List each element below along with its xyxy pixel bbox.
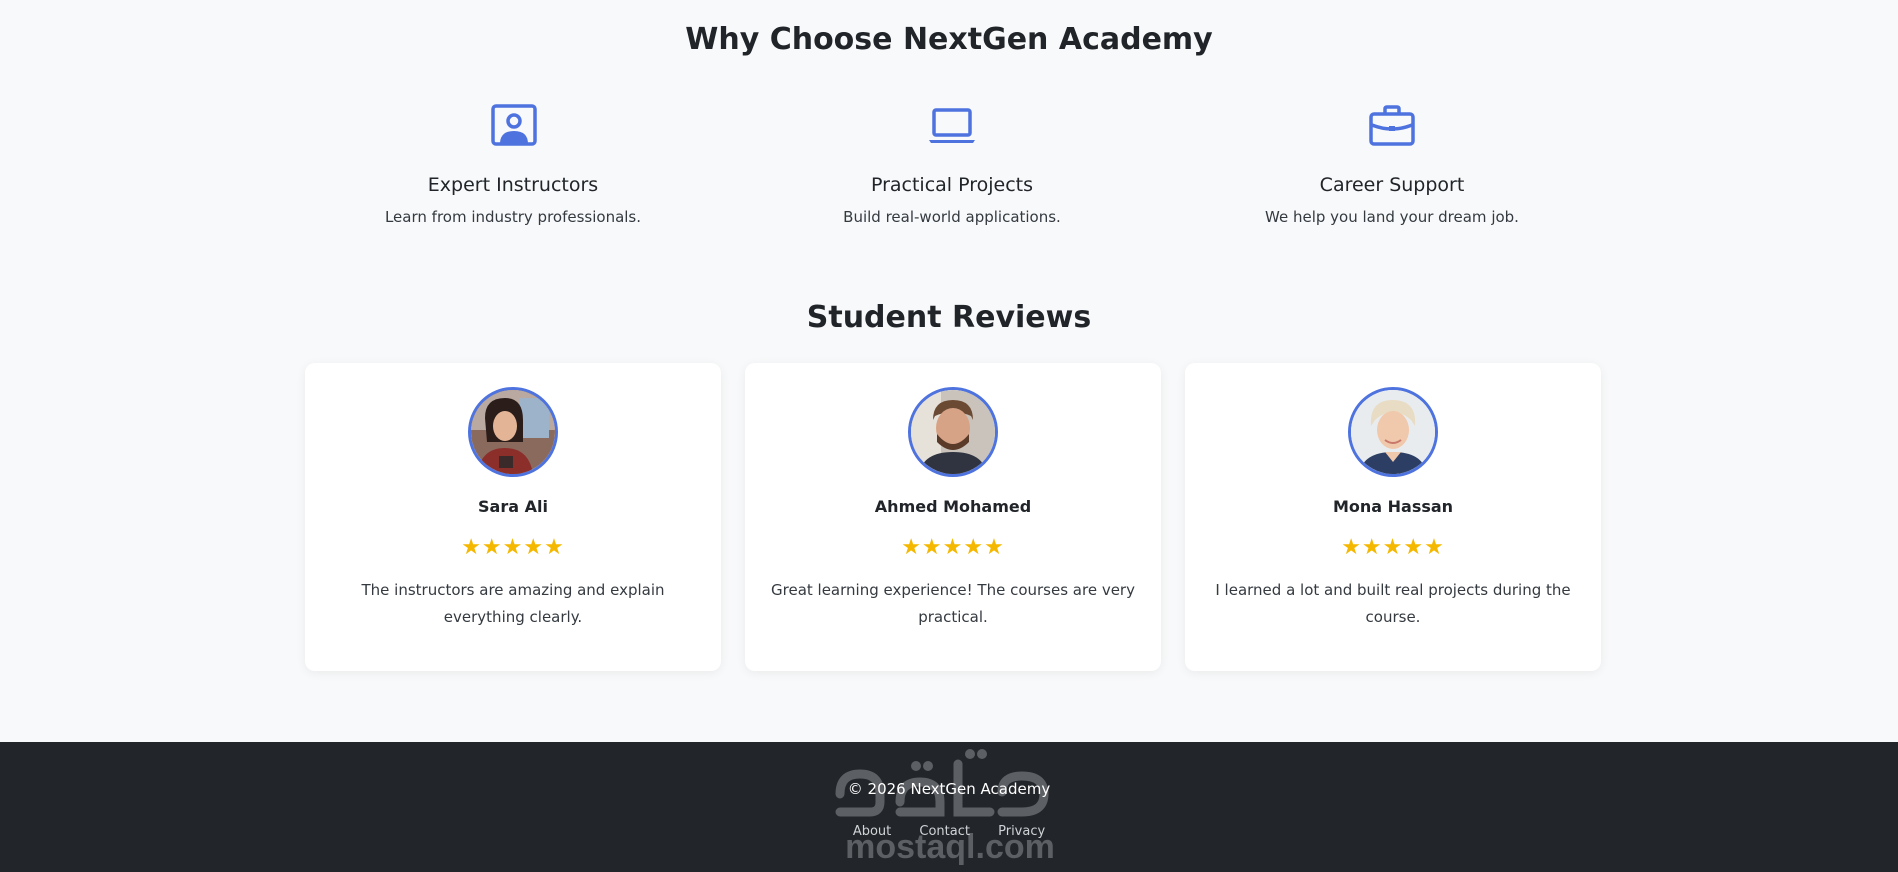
star-rating: ★★★★★ xyxy=(1341,535,1445,560)
mostaql-watermark-logo: mostaql.com xyxy=(835,749,1055,866)
person-video-icon xyxy=(483,100,543,156)
review-text: The instructors are amazing and explain … xyxy=(361,581,665,626)
briefcase-icon xyxy=(1362,100,1422,156)
reviewer-name: Mona Hassan xyxy=(1332,497,1454,516)
footer-link-contact[interactable]: Contact xyxy=(919,824,970,839)
star-rating: ★★★★★ xyxy=(461,535,565,560)
reviewer-name: Ahmed Mohamed xyxy=(874,497,1032,516)
feature-career-support: Career Support We help you land your dre… xyxy=(1182,100,1602,226)
why-choose-title: Why Choose NextGen Academy xyxy=(685,22,1213,57)
review-card: Ahmed Mohamed ★★★★★ Great learning exper… xyxy=(745,363,1161,671)
site-footer: mostaql.com © 2026 NextGen Academy About… xyxy=(0,742,1898,872)
review-card: Mona Hassan ★★★★★ I learned a lot and bu… xyxy=(1185,363,1601,671)
reviews-title: Student Reviews xyxy=(806,300,1092,335)
avatar xyxy=(1348,387,1438,477)
footer-link-privacy[interactable]: Privacy xyxy=(998,824,1045,839)
avatar xyxy=(468,387,558,477)
footer-link-about[interactable]: About xyxy=(853,824,891,839)
feature-text: Build real-world applications. xyxy=(843,208,1061,226)
why-choose-section: Why Choose NextGen Academy Expert Instru… xyxy=(0,0,1898,300)
feature-title: Practical Projects xyxy=(870,174,1034,196)
feature-text: Learn from industry professionals. xyxy=(384,208,642,226)
feature-practical-projects: Practical Projects Build real-world appl… xyxy=(742,100,1162,226)
reviewer-name: Sara Ali xyxy=(478,497,548,516)
feature-title: Expert Instructors xyxy=(427,174,599,196)
review-text: I learned a lot and built real projects … xyxy=(1215,581,1571,626)
review-text: Great learning experience! The courses a… xyxy=(771,581,1135,626)
laptop-icon xyxy=(922,100,982,156)
review-card: Sara Ali ★★★★★ The instructors are amazi… xyxy=(305,363,721,671)
features-row: Expert Instructors Learn from industry p… xyxy=(0,100,1898,250)
avatar xyxy=(908,387,998,477)
feature-expert-instructors: Expert Instructors Learn from industry p… xyxy=(303,100,723,226)
footer-nav: About Contact Privacy xyxy=(0,824,1898,839)
star-rating: ★★★★★ xyxy=(901,535,1005,560)
feature-title: Career Support xyxy=(1319,174,1465,196)
copyright-text: © 2026 NextGen Academy xyxy=(847,780,1051,798)
feature-text: We help you land your dream job. xyxy=(1265,208,1519,226)
